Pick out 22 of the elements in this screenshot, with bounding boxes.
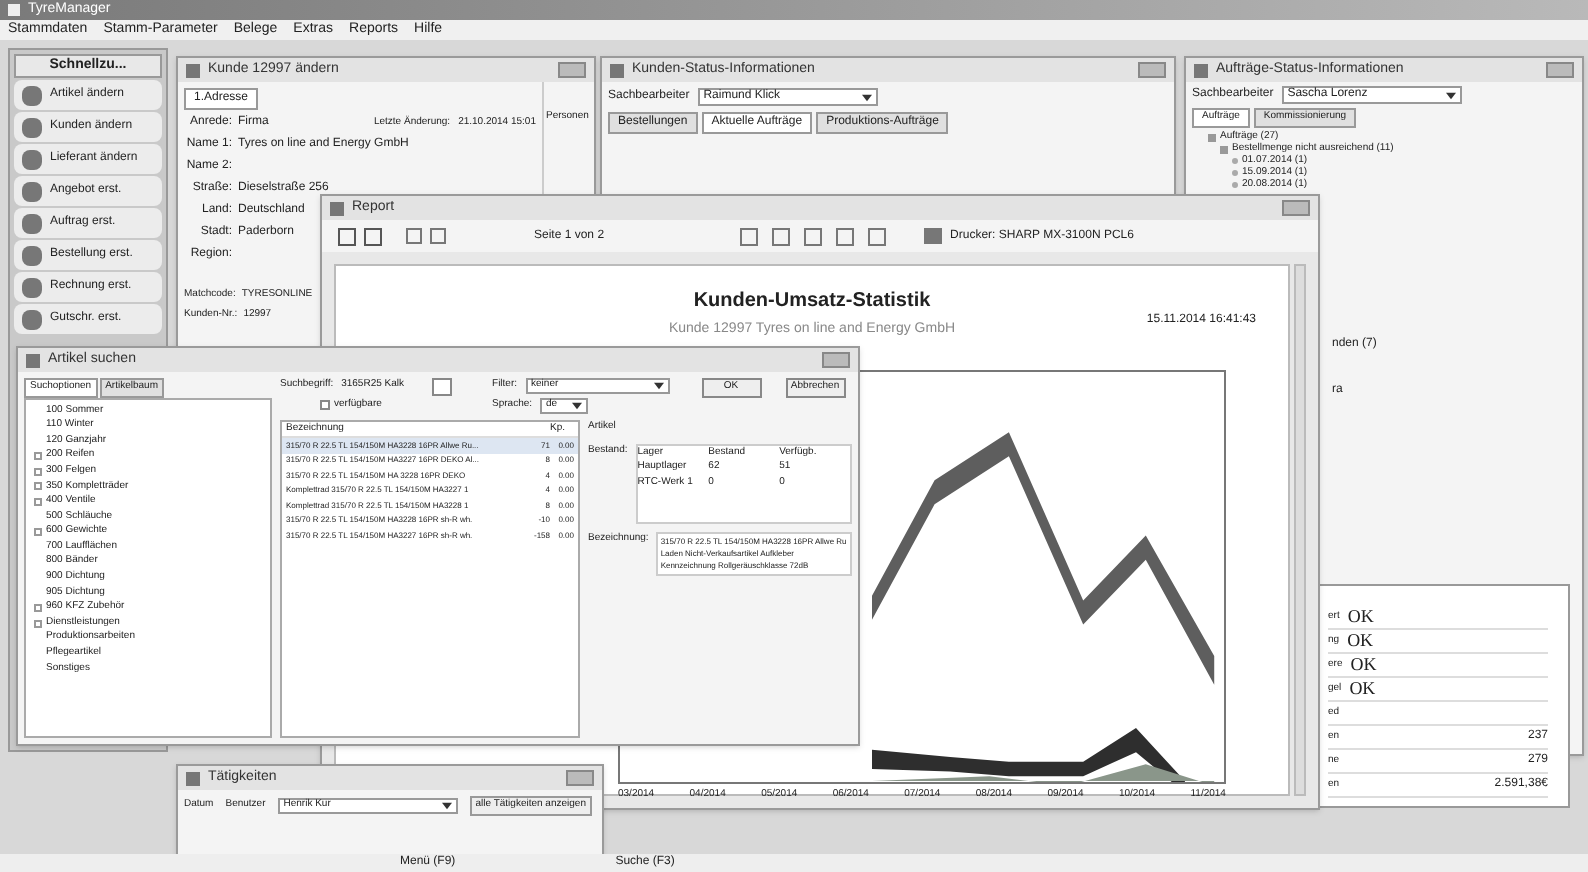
caret-icon — [653, 382, 664, 390]
node-icon — [1232, 170, 1238, 176]
window-icon — [186, 63, 200, 77]
node-icon — [1232, 158, 1238, 164]
window-icon — [610, 63, 624, 77]
caret-icon — [441, 801, 452, 810]
window-icon — [26, 353, 40, 367]
status-value: OK — [1347, 627, 1374, 654]
window-icon — [330, 201, 344, 215]
checkbox[interactable] — [320, 399, 330, 410]
status-value: OK — [1347, 603, 1374, 630]
node-icon — [1232, 182, 1238, 188]
window-icon — [1194, 63, 1208, 77]
browse-button[interactable] — [432, 378, 453, 396]
scrollbar[interactable] — [1294, 264, 1306, 796]
caret-icon — [572, 402, 583, 410]
status-value: OK — [1350, 651, 1377, 678]
caret-icon — [1445, 91, 1456, 99]
caret-icon — [861, 93, 872, 101]
status-value: OK — [1349, 675, 1376, 702]
window-icon — [186, 771, 200, 785]
report-heading: Kunden-Umsatz-Statistik — [693, 288, 931, 316]
